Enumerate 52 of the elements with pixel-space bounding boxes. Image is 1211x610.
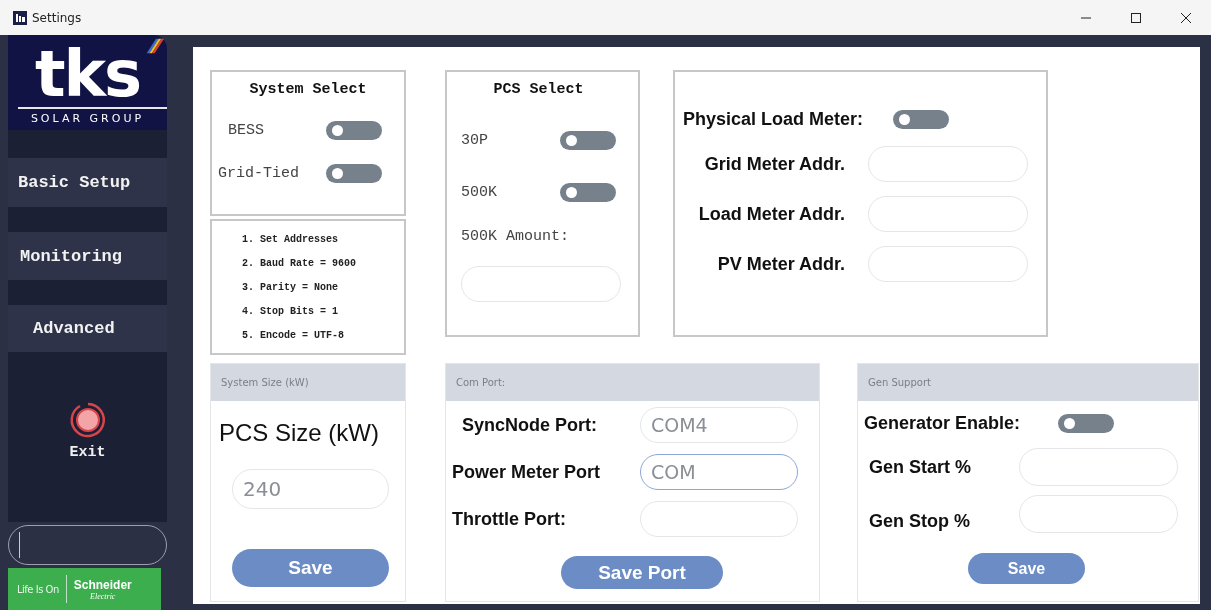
instruction-step: 2. Baud Rate = 9600 <box>242 257 374 269</box>
input-field[interactable]: COM <box>640 454 798 490</box>
field-label: Grid Meter Addr. <box>703 153 846 175</box>
sidebar-item[interactable]: Basic Setup <box>8 158 167 207</box>
exit-button[interactable]: Exit <box>67 400 108 461</box>
save-port-button[interactable]: Save Port <box>561 556 723 589</box>
logo-slogan: Life Is On <box>17 583 59 595</box>
field-label: Power Meter Port <box>452 461 602 483</box>
app-icon <box>13 10 27 25</box>
instruction-step: 1. Set Addresses <box>242 233 374 245</box>
panel-header: Gen Support <box>858 364 1198 401</box>
toggle-label: 30P <box>461 132 488 149</box>
toggle-switch[interactable] <box>560 183 616 202</box>
box-title: System Select <box>248 81 368 98</box>
panel-header: System Size (kW) <box>211 364 405 401</box>
input-field[interactable]: COM4 <box>640 407 798 443</box>
panel-header: Com Port: <box>446 364 819 401</box>
field-label: Gen Start % <box>869 456 973 478</box>
field-label: Gen Stop % <box>869 509 971 532</box>
save-button[interactable]: Save <box>232 549 389 587</box>
logo-tagline: SOLAR GROUP <box>30 112 145 125</box>
toggle-switch[interactable] <box>560 131 616 150</box>
maximize-icon[interactable] <box>1130 11 1142 24</box>
logo-subtitle: Electric <box>90 591 116 601</box>
field-label: SyncNode Port: <box>461 414 599 436</box>
logo-wordmark: tks <box>34 41 141 107</box>
field-label: PCS Size (kW) <box>219 419 380 447</box>
field-label: Load Meter Addr. <box>697 203 846 225</box>
window-title: Settings <box>32 10 82 25</box>
field-label: 500K Amount: <box>461 228 571 245</box>
toggle-switch[interactable] <box>893 110 950 129</box>
toggle-label: Physical Load Meter: <box>683 109 864 130</box>
logo-brand: Schneider <box>73 577 132 592</box>
input-field[interactable]: 240 <box>232 469 389 509</box>
toggle-label: Generator Enable: <box>864 413 1021 434</box>
toggle-label: 500K <box>461 184 497 201</box>
box-title: PCS Select <box>492 81 585 98</box>
field-label: Throttle Port: <box>452 508 567 530</box>
toggle-switch[interactable] <box>326 164 382 183</box>
instruction-step: 4. Stop Bits = 1 <box>242 305 374 317</box>
instruction-step: 5. Encode = UTF-8 <box>242 329 374 341</box>
sidebar-item[interactable]: Advanced <box>8 305 167 352</box>
instruction-step: 3. Parity = None <box>242 281 374 293</box>
toggle-switch[interactable] <box>1058 414 1115 433</box>
toggle-label: BESS <box>228 122 264 139</box>
sidebar-item[interactable]: Monitoring <box>8 232 167 280</box>
close-icon[interactable] <box>1180 11 1192 24</box>
field-label: PV Meter Addr. <box>716 253 846 275</box>
input-field[interactable] <box>8 525 167 565</box>
save-button[interactable]: Save <box>968 553 1085 584</box>
toggle-switch[interactable] <box>326 121 382 140</box>
toggle-label: Grid-Tied <box>218 165 299 182</box>
